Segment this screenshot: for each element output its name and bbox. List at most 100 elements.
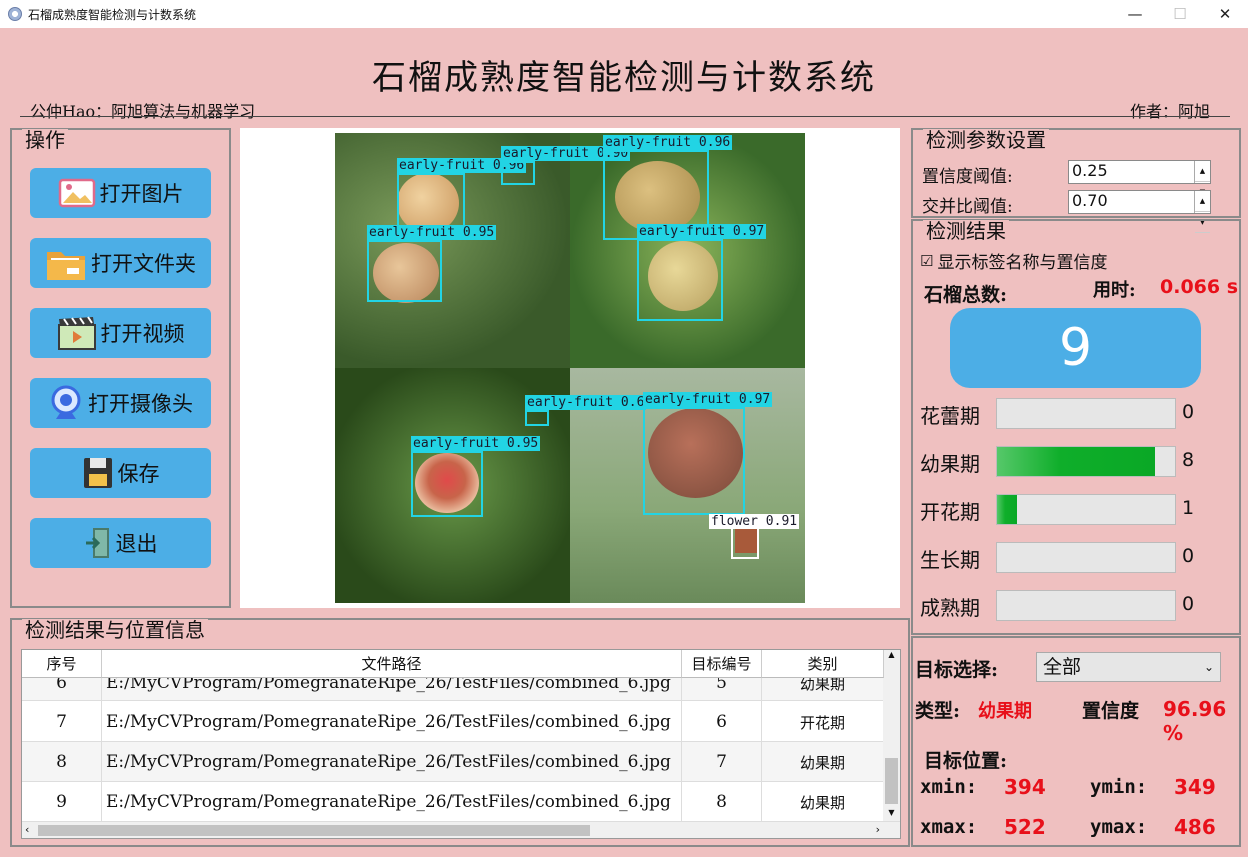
checkbox-checked-icon[interactable]: ☑ <box>920 252 933 270</box>
detection-box <box>643 407 745 515</box>
exit-label: 退出 <box>115 532 158 556</box>
conf-threshold-label: 置信度阈值: <box>922 167 1013 187</box>
chevron-down-icon[interactable]: ⌄ <box>1204 653 1214 681</box>
ymin-value: 349 <box>1174 775 1216 799</box>
stage-label: 成熟期 <box>920 596 980 620</box>
ymax-label: ymax: <box>1090 816 1148 838</box>
save-button[interactable]: 保存 <box>30 448 211 498</box>
scroll-right-icon[interactable]: › <box>876 823 880 836</box>
detection-box <box>525 410 549 426</box>
iou-threshold-input[interactable]: 0.70 ▲ ▼ <box>1068 190 1211 233</box>
detection-box <box>367 240 442 302</box>
time-label: 用时: <box>1093 280 1136 301</box>
stage-progress-bar <box>996 542 1176 573</box>
type-value: 幼果期 <box>978 701 1032 722</box>
target-select[interactable]: 全部 ⌄ <box>1036 652 1221 682</box>
table-cell-cls: 幼果期 <box>762 782 884 822</box>
scroll-up-icon[interactable]: ▲ <box>883 650 900 664</box>
table-cell-path: E:/MyCVProgram/PomegranateRipe_26/TestFi… <box>102 782 682 822</box>
params-group-title: 检测参数设置 <box>923 129 1049 151</box>
window-titlebar: 石榴成熟度智能检测与计数系统 — ☐ ✕ <box>0 0 1248 28</box>
scroll-down-icon[interactable]: ▼ <box>883 808 900 822</box>
stage-progress-bar <box>996 446 1176 477</box>
detection-label: early-fruit 0.96 <box>603 135 733 150</box>
iou-threshold-label: 交并比阈值: <box>922 197 1013 217</box>
open-camera-button[interactable]: 打开摄像头 <box>30 378 211 428</box>
iou-threshold-value: 0.70 <box>1072 191 1108 210</box>
open-image-button[interactable]: 打开图片 <box>30 168 211 218</box>
target-select-label: 目标选择: <box>915 659 999 681</box>
detection-label: early-fruit 0.97 <box>643 392 773 407</box>
table-header-index[interactable]: 序号 <box>22 650 102 678</box>
stage-label: 花蕾期 <box>920 404 980 428</box>
table-header-target[interactable]: 目标编号 <box>682 650 762 678</box>
table-header-class[interactable]: 类别 <box>762 650 884 678</box>
table-row[interactable]: 9 E:/MyCVProgram/PomegranateRipe_26/TestF… <box>22 782 884 822</box>
table-cell-target: 8 <box>682 782 762 822</box>
detection-label: early-fruit 0.6 <box>525 395 647 410</box>
header-left-text: 公仲Hao：阿旭算法与机器学习 <box>30 102 256 121</box>
xmax-value: 522 <box>1004 815 1046 839</box>
target-position-label: 目标位置: <box>924 750 1008 772</box>
stage-progress-bar <box>996 590 1176 621</box>
detection-box <box>501 161 535 185</box>
exit-icon <box>85 528 109 558</box>
conf-spinner[interactable]: ▲▼ <box>1194 161 1210 203</box>
stage-count: 0 <box>1182 593 1195 615</box>
table-header-path[interactable]: 文件路径 <box>102 650 682 678</box>
ymax-value: 486 <box>1174 815 1216 839</box>
total-count-display: 9 <box>950 308 1201 388</box>
save-icon <box>83 458 112 488</box>
exit-button[interactable]: 退出 <box>30 518 211 568</box>
show-label-checkbox[interactable]: ☑ 显示标签名称与置信度 <box>920 248 1107 274</box>
spin-up-icon[interactable]: ▲ <box>1195 191 1210 212</box>
open-image-label: 打开图片 <box>99 182 184 206</box>
stage-label: 生长期 <box>920 548 980 572</box>
ymin-label: ymin: <box>1090 776 1148 798</box>
stage-progress-bar <box>996 398 1176 429</box>
detection-label: early-fruit 0.95 <box>367 225 497 240</box>
spin-up-icon[interactable]: ▲ <box>1195 161 1210 182</box>
results-table[interactable]: 序号 文件路径 目标编号 类别 6 E:/MyCVProgram/Pomegran… <box>21 649 901 839</box>
stage-count: 0 <box>1182 401 1195 423</box>
table-cell-cls: 幼果期 <box>762 742 884 782</box>
stage-label: 幼果期 <box>920 452 980 476</box>
horizontal-scroll-thumb[interactable] <box>38 825 590 836</box>
stage-progress-bar <box>996 494 1176 525</box>
stage-count: 0 <box>1182 545 1195 567</box>
stage-progress-fill <box>997 495 1017 524</box>
detection-box <box>637 239 723 321</box>
table-row[interactable]: 7 E:/MyCVProgram/PomegranateRipe_26/TestF… <box>22 702 884 742</box>
detection-label: early-fruit 0.95 <box>411 436 541 451</box>
minimize-button[interactable]: — <box>1112 0 1158 28</box>
open-folder-button[interactable]: 打开文件夹 <box>30 238 211 288</box>
close-button[interactable]: ✕ <box>1202 0 1248 28</box>
app-icon <box>8 7 22 21</box>
conf-threshold-input[interactable]: 0.25 ▲▼ <box>1068 160 1211 203</box>
table-row[interactable]: 8 E:/MyCVProgram/PomegranateRipe_26/TestF… <box>22 742 884 782</box>
table-horizontal-scrollbar[interactable]: ‹ › <box>22 821 900 838</box>
iou-spinner[interactable]: ▲ ▼ <box>1194 191 1210 233</box>
table-cell-idx: 9 <box>22 782 102 822</box>
results-group-title: 检测结果 <box>923 220 1009 242</box>
maximize-button[interactable]: ☐ <box>1157 0 1203 28</box>
video-icon <box>57 316 96 350</box>
stage-count: 8 <box>1182 449 1195 471</box>
stage-progress-fill <box>997 447 1156 476</box>
page-title: 石榴成熟度智能检测与计数系统 <box>372 58 876 98</box>
open-video-button[interactable]: 打开视频 <box>30 308 211 358</box>
table-cell-target: 6 <box>682 702 762 742</box>
open-folder-label: 打开文件夹 <box>91 252 196 276</box>
header-divider <box>20 116 1230 117</box>
time-value: 0.066 s <box>1160 276 1239 298</box>
xmin-label: xmin: <box>920 776 978 798</box>
scroll-left-icon[interactable]: ‹ <box>25 823 29 836</box>
window-title: 石榴成熟度智能检测与计数系统 <box>28 7 197 22</box>
vertical-scroll-thumb[interactable] <box>885 758 898 804</box>
table-vertical-scrollbar[interactable]: ▲ ▼ <box>883 650 900 822</box>
detection-box <box>411 451 483 517</box>
table-cell-path: E:/MyCVProgram/PomegranateRipe_26/TestFi… <box>102 702 682 742</box>
folder-icon <box>47 252 85 280</box>
save-label: 保存 <box>117 462 160 486</box>
table-group-title: 检测结果与位置信息 <box>22 619 208 641</box>
